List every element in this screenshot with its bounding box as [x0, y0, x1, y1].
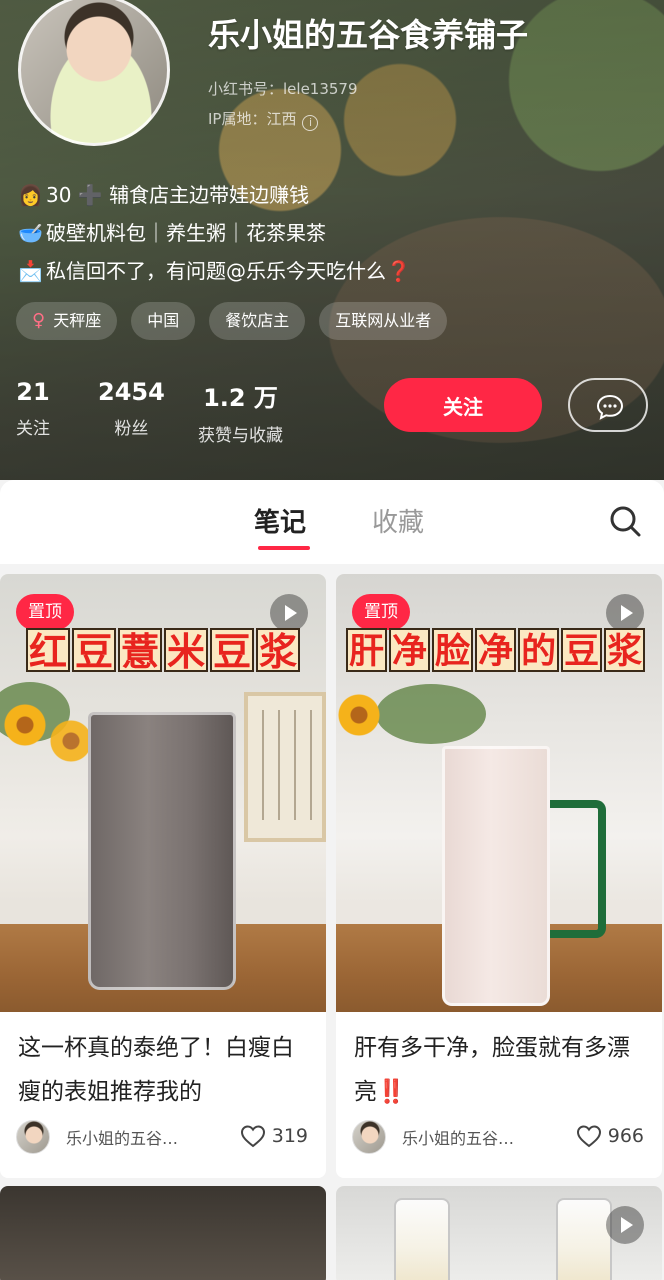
stat-value: 2454 — [98, 378, 165, 406]
tag-zodiac: ♀ 天秤座 — [16, 302, 118, 340]
stat-label: 粉丝 — [114, 419, 149, 439]
message-button[interactable] — [568, 378, 648, 432]
profile-name: 乐小姐的五谷食养铺子 — [208, 16, 529, 54]
play-icon — [270, 594, 308, 632]
double-exclamation-icon: ‼️ — [377, 1079, 406, 1105]
profile-header: 乐小姐的五谷食养铺子 小红书号：lele13579 IP属地：江西 i 👩 30 ➕… — [0, 0, 664, 480]
cover-title-char: 净 — [389, 628, 431, 672]
woman-emoji-icon: 👩 — [18, 183, 43, 207]
cover-decoration — [294, 710, 296, 820]
stat-likes-collects[interactable]: 1.2 万 获赞与收藏 — [198, 378, 283, 446]
cover-decoration — [50, 720, 92, 762]
cover-decoration — [338, 694, 380, 736]
tag-country: 中国 — [131, 302, 196, 340]
ip-location-text: IP属地：江西 — [208, 110, 297, 128]
bio-line: 👩 30 ➕ 辅食店主边带娃边赚钱 — [18, 176, 411, 214]
author-name: 乐小姐的五谷… — [66, 1129, 179, 1148]
profile-avatar[interactable] — [18, 0, 170, 146]
tab-notes[interactable]: 笔记 — [254, 502, 306, 539]
cover-title-char: 净 — [475, 628, 517, 672]
bio-line: 🥣 破壁机料包｜养生粥｜花茶果茶 — [18, 214, 411, 252]
stat-following[interactable]: 21 关注 — [16, 378, 50, 439]
stat-label: 关注 — [16, 419, 50, 439]
author-avatar — [352, 1120, 386, 1154]
bio-line: 📩 私信回不了，有问题@乐乐今天吃什么❓ — [18, 252, 411, 290]
author-avatar — [16, 1120, 50, 1154]
profile-ip-location: IP属地：江西 i — [208, 108, 319, 131]
stat-followers[interactable]: 2454 粉丝 — [98, 378, 165, 439]
note-card[interactable]: 置顶 肝 净 脸 净 的 豆 浆 肝有多干净，脸蛋就有多漂亮‼️ 乐小姐的五谷…… — [336, 574, 662, 1178]
stat-label: 获赞与收藏 — [198, 426, 283, 446]
note-cover-image[interactable] — [336, 1186, 662, 1280]
note-title[interactable]: 肝有多干净，脸蛋就有多漂亮‼️ — [354, 1026, 646, 1114]
cover-decoration — [262, 710, 264, 820]
like-count: 319 — [271, 1125, 308, 1147]
profile-id: 小红书号：lele13579 — [208, 80, 358, 98]
note-title[interactable]: 这一杯真的泰绝了！白瘦白瘦的表姐推荐我的 — [18, 1026, 310, 1114]
cover-title-char: 浆 — [604, 628, 646, 672]
info-icon[interactable]: i — [302, 115, 319, 131]
question-emoji-icon: ❓ — [386, 259, 411, 283]
tab-collections[interactable]: 收藏 — [372, 502, 424, 539]
tag-industry: 互联网从业者 — [319, 302, 448, 340]
note-card[interactable]: 置顶 红 豆 薏 米 豆 浆 这一杯真的泰绝了！白瘦白瘦的表姐推荐我的 乐小姐的… — [0, 574, 326, 1178]
cover-title-char: 豆 — [561, 628, 603, 672]
envelope-emoji-icon: 📩 — [18, 259, 43, 283]
cover-decoration — [4, 704, 46, 746]
note-cover-image[interactable] — [0, 1186, 326, 1280]
note-author[interactable]: 乐小姐的五谷… — [352, 1120, 514, 1154]
cover-title-char: 浆 — [256, 628, 301, 674]
stat-value: 1.2 万 — [203, 384, 278, 412]
like-button[interactable]: 966 — [576, 1124, 644, 1148]
like-count: 966 — [607, 1125, 644, 1147]
active-tab-indicator — [258, 546, 310, 550]
tag-occupation: 餐饮店主 — [209, 302, 306, 340]
heart-icon — [576, 1125, 601, 1148]
cover-decoration — [278, 710, 280, 820]
cover-title: 红 豆 薏 米 豆 浆 — [26, 628, 301, 674]
cover-decoration — [376, 684, 486, 744]
profile-bio: 👩 30 ➕ 辅食店主边带娃边赚钱 🥣 破壁机料包｜养生粥｜花茶果茶 📩 私信回不了，… — [18, 176, 411, 290]
bio-text: 破壁机料包｜养生粥｜花茶果茶 — [46, 221, 326, 245]
heart-icon — [240, 1125, 265, 1148]
bio-text: 30 ➕ 辅食店主边带娃边赚钱 — [46, 183, 310, 207]
note-card[interactable] — [336, 1186, 662, 1280]
message-icon — [596, 394, 624, 420]
content-tabs: 笔记 收藏 — [0, 480, 664, 564]
cover-title-char: 豆 — [72, 628, 117, 674]
profile-tags: ♀ 天秤座 中国 餐饮店主 互联网从业者 — [16, 302, 448, 340]
search-icon[interactable] — [606, 502, 646, 542]
author-name: 乐小姐的五谷… — [402, 1129, 515, 1148]
cover-title-char: 的 — [518, 628, 560, 672]
female-icon: ♀ — [32, 310, 46, 331]
cover-title-char: 红 — [26, 628, 71, 674]
note-card[interactable] — [0, 1186, 326, 1280]
play-icon — [606, 594, 644, 632]
cover-decoration — [88, 712, 236, 990]
cover-decoration — [310, 710, 312, 820]
play-icon — [606, 1206, 644, 1244]
note-author[interactable]: 乐小姐的五谷… — [16, 1120, 178, 1154]
cover-decoration — [244, 692, 326, 842]
pinned-badge: 置顶 — [352, 594, 410, 630]
bowl-emoji-icon: 🥣 — [18, 221, 43, 245]
like-button[interactable]: 319 — [240, 1124, 308, 1148]
cover-title-char: 薏 — [118, 628, 163, 674]
pinned-badge: 置顶 — [16, 594, 74, 630]
cover-decoration — [548, 800, 606, 938]
cover-decoration — [556, 1198, 612, 1280]
note-cover-image[interactable]: 置顶 红 豆 薏 米 豆 浆 — [0, 574, 326, 1012]
cover-title-char: 肝 — [346, 628, 388, 672]
bio-text: 私信回不了，有问题@乐乐今天吃什么 — [46, 259, 386, 283]
cover-title-char: 米 — [164, 628, 209, 674]
cover-title-char: 豆 — [210, 628, 255, 674]
stat-value: 21 — [16, 378, 50, 406]
follow-button[interactable]: 关注 — [384, 378, 542, 432]
note-cover-image[interactable]: 置顶 肝 净 脸 净 的 豆 浆 — [336, 574, 662, 1012]
cover-decoration — [442, 746, 550, 1006]
cover-title-char: 脸 — [432, 628, 474, 672]
cover-title: 肝 净 脸 净 的 豆 浆 — [346, 628, 646, 672]
cover-decoration — [394, 1198, 450, 1280]
tag-label: 天秤座 — [53, 311, 102, 330]
